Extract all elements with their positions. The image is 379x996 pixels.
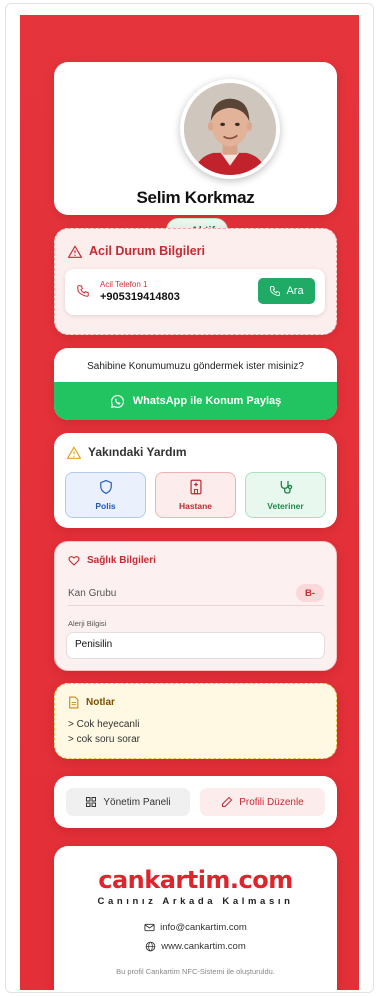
- edit-profile-label: Profili Düzenle: [239, 796, 304, 808]
- blood-type-badge: B-: [296, 584, 324, 602]
- pencil-icon: [222, 797, 233, 807]
- footer-card: cankartim.com Canınız Arkada Kalmasın in…: [54, 846, 337, 990]
- hospital-button[interactable]: Hastane: [155, 472, 236, 518]
- whatsapp-icon: [110, 394, 124, 408]
- allergy-value: Penisilin: [66, 632, 325, 659]
- location-card: Sahibine Konumumuzu göndermek ister misi…: [54, 348, 337, 420]
- edit-profile-button[interactable]: Profili Düzenle: [200, 788, 325, 816]
- heart-icon: [68, 556, 80, 566]
- nearby-help-title-text: Yakındaki Yardım: [88, 445, 187, 459]
- profile-page: Selim Korkmaz Aktif Acil Durum Bilgileri…: [20, 15, 359, 990]
- blood-type-row: Kan Grubu B-: [68, 584, 324, 606]
- admin-panel-label: Yönetim Paneli: [103, 796, 171, 808]
- website-link[interactable]: www.cankartim.com: [54, 941, 337, 952]
- globe-icon: [145, 941, 156, 952]
- profile-name: Selim Korkmaz: [136, 188, 255, 207]
- notes-card: Notlar > Cok heyecanli > cok soru sorar: [54, 683, 337, 759]
- nearby-help-title: Yakındaki Yardım: [67, 445, 187, 459]
- emergency-phone: Acil Telefon 1 +905319414803 Ara: [65, 269, 325, 315]
- hospital-icon: [189, 479, 202, 495]
- call-button-label: Ara: [286, 285, 304, 297]
- avatar: [180, 79, 280, 179]
- hospital-label: Hastane: [178, 501, 213, 511]
- email-link[interactable]: info@cankartim.com: [54, 922, 337, 933]
- whatsapp-share-button[interactable]: WhatsApp ile Konum Paylaş: [54, 382, 337, 420]
- vet-button[interactable]: Veteriner: [245, 472, 326, 518]
- phone-label: Acil Telefon 1: [100, 280, 148, 289]
- phone-number: +905319414803: [100, 291, 180, 303]
- emergency-title-text: Acil Durum Bilgileri: [89, 244, 205, 258]
- allergy-label: Alerji Bilgisi: [68, 619, 107, 628]
- blood-type-label: Kan Grubu: [68, 588, 117, 599]
- note-line: > Cok heyecanli: [68, 719, 140, 730]
- health-card: Sağlık Bilgileri Kan Grubu B- Alerji Bil…: [54, 541, 337, 671]
- footer-note: Bu profil Cankartim NFC-Sistemi ile oluş…: [116, 967, 275, 976]
- note-line: > cok soru sorar: [68, 734, 140, 745]
- mail-icon: [144, 923, 155, 932]
- notes-title: Notlar: [68, 696, 115, 709]
- brand-logo: cankartim.com: [98, 866, 293, 894]
- profile-card: Selim Korkmaz Aktif: [54, 62, 337, 243]
- grid-icon: [86, 797, 97, 807]
- stethoscope-icon: [280, 481, 292, 494]
- notes-title-text: Notlar: [86, 697, 115, 708]
- health-title: Sağlık Bilgileri: [68, 555, 156, 566]
- brand-tagline: Canınız Arkada Kalmasın: [97, 896, 294, 907]
- vet-label: Veteriner: [267, 501, 304, 511]
- admin-panel-button[interactable]: Yönetim Paneli: [66, 788, 190, 816]
- warning-icon: [67, 446, 81, 459]
- nearby-help-card: Yakındaki Yardım Polis Hastane Veteriner: [54, 433, 337, 528]
- website-text: www.cankartim.com: [161, 941, 246, 952]
- note-icon: [69, 696, 79, 709]
- email-text: info@cankartim.com: [160, 922, 247, 933]
- phone-icon: [77, 285, 89, 297]
- location-question: Sahibine Konumumuzu göndermek ister misi…: [87, 361, 304, 372]
- call-button[interactable]: Ara: [258, 278, 315, 304]
- actions-card: Yönetim Paneli Profili Düzenle: [54, 776, 337, 828]
- police-button[interactable]: Polis: [65, 472, 146, 518]
- emergency-card: Acil Durum Bilgileri Acil Telefon 1 +905…: [54, 228, 337, 335]
- warning-icon: [68, 245, 82, 258]
- police-label: Polis: [95, 501, 116, 511]
- shield-icon: [99, 480, 112, 494]
- emergency-title: Acil Durum Bilgileri: [68, 244, 205, 258]
- whatsapp-share-label: WhatsApp ile Konum Paylaş: [132, 395, 282, 407]
- health-title-text: Sağlık Bilgileri: [87, 555, 156, 566]
- phone-icon: [270, 286, 281, 296]
